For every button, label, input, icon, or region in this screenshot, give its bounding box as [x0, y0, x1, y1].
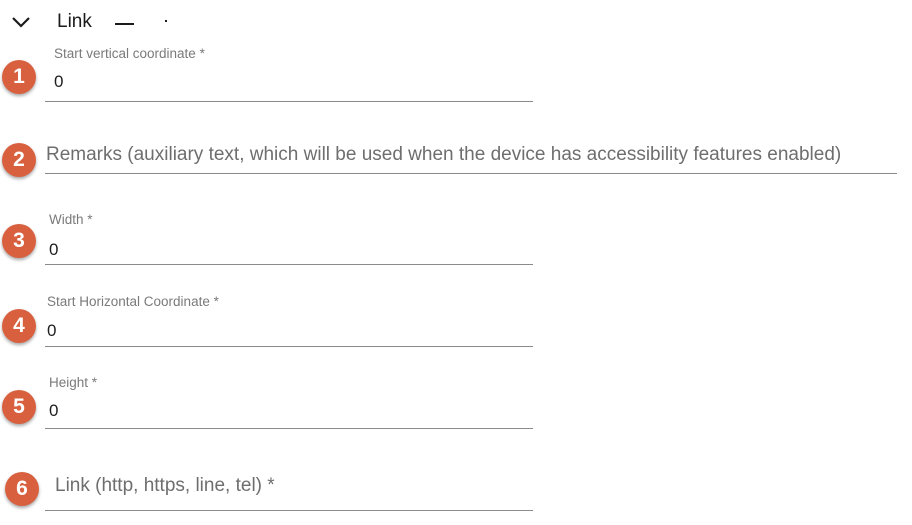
field-label: Width * [49, 212, 93, 227]
field-value: 0 [47, 321, 57, 340]
field-underline [45, 101, 533, 102]
chevron-down-icon[interactable] [10, 12, 32, 32]
field-value: 0 [49, 401, 59, 420]
step-badge-5: 5 [2, 390, 36, 424]
field-label: Start Horizontal Coordinate * [47, 294, 219, 309]
field-underline [45, 510, 533, 511]
field-placeholder: Link (http, https, line, tel) * [55, 475, 275, 496]
field-label: Start vertical coordinate * [54, 46, 205, 61]
start-vertical-coordinate-field[interactable]: Start vertical coordinate * 0 [45, 46, 533, 102]
field-label: Height * [49, 375, 98, 390]
field-underline [45, 264, 533, 265]
step-badge-2: 2 [2, 143, 36, 177]
field-value: 0 [54, 72, 64, 91]
link-section-header: Link [0, 0, 912, 44]
dot-mark [165, 20, 167, 22]
step-badge-1: 1 [2, 60, 36, 94]
start-horizontal-coordinate-field[interactable]: Start Horizontal Coordinate * 0 [45, 294, 533, 347]
step-badge-4: 4 [2, 309, 36, 343]
field-underline [45, 346, 533, 347]
link-url-field[interactable]: Link (http, https, line, tel) * [45, 470, 533, 511]
field-underline [45, 173, 897, 174]
dash-mark [115, 23, 134, 25]
field-value: 0 [49, 240, 59, 259]
width-field[interactable]: Width * 0 [45, 212, 533, 265]
remarks-field[interactable]: Remarks (auxiliary text, which will be u… [45, 140, 897, 174]
field-underline [45, 428, 533, 429]
step-badge-6: 6 [5, 472, 39, 506]
section-title: Link [57, 11, 92, 32]
step-badge-3: 3 [2, 224, 36, 258]
height-field[interactable]: Height * 0 [45, 375, 533, 429]
field-placeholder: Remarks (auxiliary text, which will be u… [46, 144, 842, 165]
